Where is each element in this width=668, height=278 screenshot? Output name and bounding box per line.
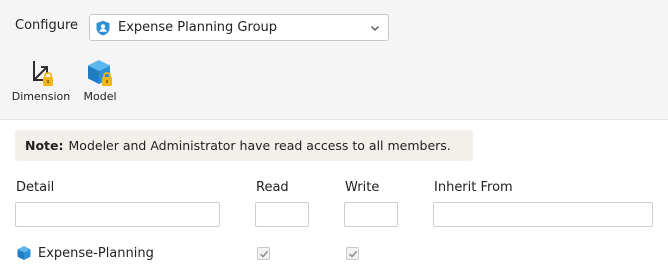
inherit-from-filter-input[interactable] xyxy=(433,202,653,227)
chevron-down-icon[interactable] xyxy=(365,18,385,38)
model-cube-icon xyxy=(85,58,115,88)
read-filter-input[interactable] xyxy=(255,202,309,227)
detail-filter-input[interactable] xyxy=(15,202,220,227)
note-text: Modeler and Administrator have read acce… xyxy=(68,138,451,153)
column-header-detail: Detail xyxy=(16,180,55,195)
group-select[interactable]: Expense Planning Group xyxy=(89,14,389,41)
dimension-icon xyxy=(26,58,56,88)
configure-label: Configure xyxy=(15,18,79,33)
model-button[interactable]: Model xyxy=(69,58,131,106)
column-header-inherit-from: Inherit From xyxy=(434,180,513,195)
column-header-write: Write xyxy=(345,180,380,195)
model-label: Model xyxy=(83,90,117,103)
write-filter-input[interactable] xyxy=(344,202,398,227)
write-checkbox[interactable] xyxy=(346,247,359,260)
configure-header: Configure Expense Planning Group Dimensi… xyxy=(0,0,668,119)
lock-icon xyxy=(43,72,53,86)
dimension-label: Dimension xyxy=(11,90,71,103)
header-divider xyxy=(0,119,668,120)
note-prefix: Note: xyxy=(25,138,64,153)
check-icon xyxy=(259,250,268,258)
user-group-icon xyxy=(95,20,111,36)
cube-icon xyxy=(16,245,32,261)
row-name: Expense-Planning xyxy=(38,246,154,261)
group-select-value: Expense Planning Group xyxy=(118,20,278,35)
read-checkbox[interactable] xyxy=(257,247,270,260)
check-icon xyxy=(348,250,357,258)
note-banner: Note: Modeler and Administrator have rea… xyxy=(15,130,473,161)
column-header-read: Read xyxy=(256,180,289,195)
table-row[interactable]: Expense-Planning xyxy=(0,242,668,268)
dimension-button[interactable]: Dimension xyxy=(10,58,72,106)
